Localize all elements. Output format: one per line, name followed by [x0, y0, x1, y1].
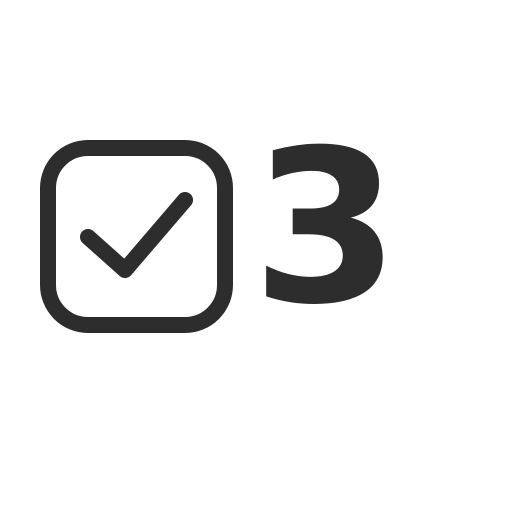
count-value: 3: [252, 104, 400, 351]
checkbox-checked-icon[interactable]: [40, 140, 233, 333]
